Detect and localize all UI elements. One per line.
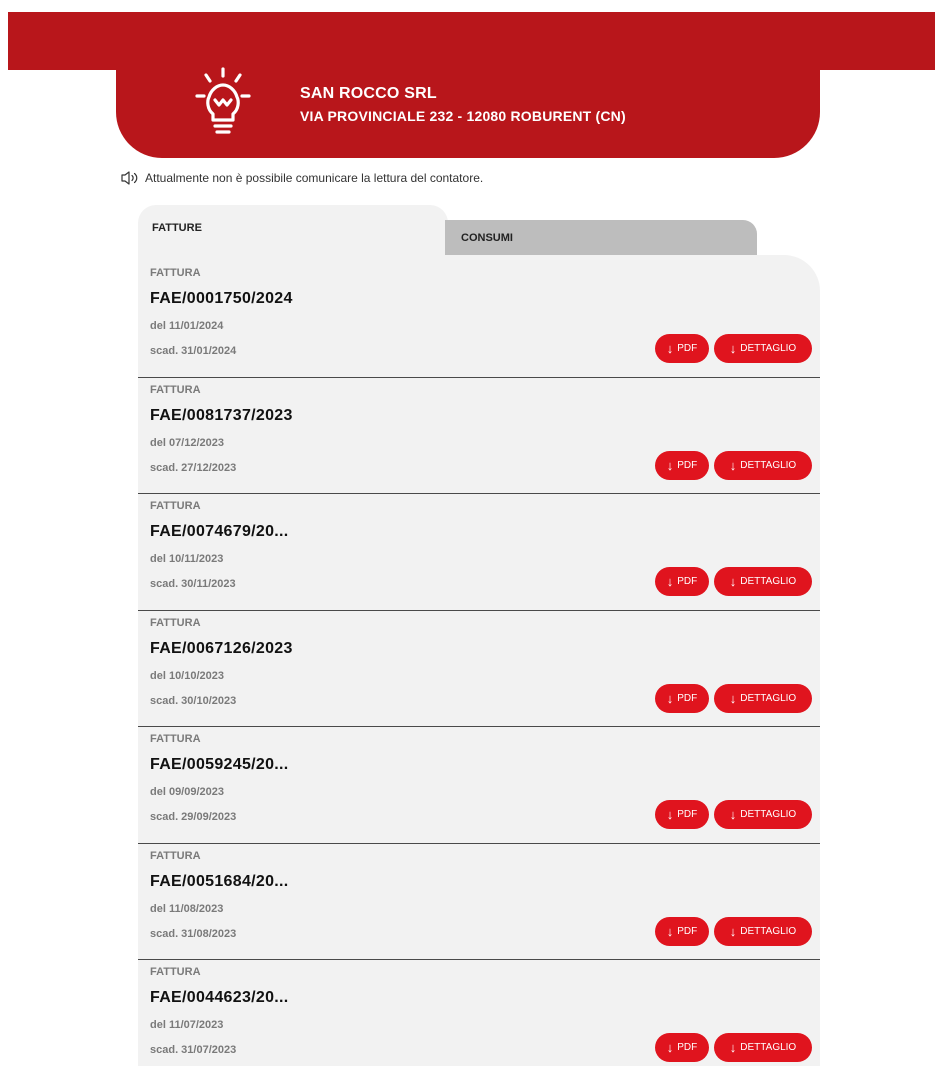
invoice-number: FAE/0074679/20... [150,523,289,540]
invoice-number: FAE/0051684/20... [150,872,289,890]
download-detail-button[interactable]: ↓ DETTAGLIO [714,800,812,829]
company-name: SAN ROCCO SRL [300,85,437,102]
download-pdf-button[interactable]: ↓ PDF [655,916,709,946]
supply-info: SAN ROCCO SRL VIA PROVINCIALE 232 - 1208… [300,85,626,124]
invoice-date: del 11/01/2024 [150,320,224,332]
invoice-type: FATTURA [150,383,201,396]
invoice-number: FAE/0001750/2024 [150,290,293,307]
invoice-item: FATTURA FAE/0074679/20... del 10/11/2023… [138,494,820,611]
download-pdf-button[interactable]: ↓ PDF [655,334,709,363]
notice-text: Attualmente non è possibile comunicare l… [145,171,484,185]
detail-label: DETTAGLIO [740,576,797,587]
download-arrow-icon: ↓ [729,1040,737,1055]
invoice-list: FATTURA FAE/0001750/2024 del 11/01/2024 … [138,261,820,1066]
download-arrow-icon: ↓ [666,574,674,589]
supply-header: SAN ROCCO SRL VIA PROVINCIALE 232 - 1208… [116,60,820,158]
download-detail-button[interactable]: ↓ DETTAGLIO [714,1033,812,1062]
download-arrow-icon: ↓ [729,807,737,822]
supply-address: VIA PROVINCIALE 232 - 12080 ROBURENT (CN… [300,108,626,124]
invoice-date: del 10/11/2023 [150,553,224,565]
invoice-due-date: scad. 30/11/2023 [150,578,236,590]
tab-consumi-label: CONSUMI [461,232,513,244]
invoice-item: FATTURA FAE/0059245/20... del 09/09/2023… [138,727,820,844]
invoice-item: FATTURA FAE/0044623/20... del 11/07/2023… [138,960,820,1066]
invoice-date: del 11/08/2023 [150,902,224,915]
invoice-number: FAE/0081737/2023 [150,406,293,424]
download-detail-button[interactable]: ↓ DETTAGLIO [714,450,812,480]
invoice-actions: ↓ PDF ↓ DETTAGLIO [655,334,812,363]
download-pdf-button[interactable]: ↓ PDF [655,683,709,713]
meter-reading-notice: Attualmente non è possibile comunicare l… [120,170,483,186]
invoice-date: del 10/10/2023 [150,669,225,682]
invoice-number: FAE/0059245/20... [150,756,289,773]
speaker-icon [121,171,138,185]
download-pdf-button[interactable]: ↓ PDF [655,567,709,596]
invoice-number: FAE/0067126/2023 [150,639,293,657]
invoice-actions: ↓ PDF ↓ DETTAGLIO [655,450,812,480]
detail-label: DETTAGLIO [740,459,797,471]
invoice-type: FATTURA [150,966,201,978]
invoice-number: FAE/0044623/20... [150,989,289,1006]
download-arrow-icon: ↓ [666,341,674,356]
download-arrow-icon: ↓ [666,690,674,706]
pdf-label: PDF [677,459,698,471]
pdf-label: PDF [677,1042,698,1053]
invoice-date: del 09/09/2023 [150,786,225,798]
download-detail-button[interactable]: ↓ DETTAGLIO [714,916,812,946]
detail-label: DETTAGLIO [740,692,797,704]
download-arrow-icon: ↓ [729,341,737,356]
detail-label: DETTAGLIO [740,925,797,937]
download-pdf-button[interactable]: ↓ PDF [655,1033,709,1062]
detail-label: DETTAGLIO [740,1042,797,1053]
pdf-label: PDF [677,343,698,354]
invoice-type: FATTURA [150,616,201,629]
invoice-actions: ↓ PDF ↓ DETTAGLIO [655,800,812,829]
invoice-type: FATTURA [150,733,201,745]
download-arrow-icon: ↓ [729,923,737,939]
invoice-due-date: scad. 31/01/2024 [150,345,237,357]
download-detail-button[interactable]: ↓ DETTAGLIO [714,567,812,596]
invoice-item: FATTURA FAE/0001750/2024 del 11/01/2024 … [138,261,820,378]
invoice-actions: ↓ PDF ↓ DETTAGLIO [655,567,812,596]
download-arrow-icon: ↓ [729,690,737,706]
pdf-label: PDF [677,925,698,937]
lightbulb-icon [195,67,251,134]
invoice-item: FATTURA FAE/0051684/20... del 11/08/2023… [138,844,820,960]
detail-label: DETTAGLIO [740,809,797,820]
download-arrow-icon: ↓ [729,574,737,589]
invoice-due-date: scad. 27/12/2023 [150,461,237,474]
pdf-label: PDF [677,692,698,704]
invoice-due-date: scad. 29/09/2023 [150,811,237,823]
invoice-date: del 07/12/2023 [150,436,225,449]
invoice-type: FATTURA [150,849,201,862]
invoice-date: del 11/07/2023 [150,1019,224,1031]
download-pdf-button[interactable]: ↓ PDF [655,450,709,480]
download-arrow-icon: ↓ [666,923,674,939]
download-detail-button[interactable]: ↓ DETTAGLIO [714,683,812,713]
invoice-due-date: scad. 31/08/2023 [150,927,237,940]
download-pdf-button[interactable]: ↓ PDF [655,800,709,829]
invoice-actions: ↓ PDF ↓ DETTAGLIO [655,916,812,946]
invoice-actions: ↓ PDF ↓ DETTAGLIO [655,683,812,713]
invoice-type: FATTURA [150,500,201,512]
invoice-due-date: scad. 30/10/2023 [150,694,237,707]
download-arrow-icon: ↓ [666,1040,674,1055]
pdf-label: PDF [677,576,698,587]
download-arrow-icon: ↓ [729,457,737,473]
pdf-label: PDF [677,809,698,820]
invoice-panel: FATTURA FAE/0001750/2024 del 11/01/2024 … [138,255,820,1066]
invoice-item: FATTURA FAE/0081737/2023 del 07/12/2023 … [138,378,820,494]
tab-consumi[interactable]: CONSUMI [445,220,757,256]
invoice-type: FATTURA [150,267,201,279]
invoice-actions: ↓ PDF ↓ DETTAGLIO [655,1033,812,1062]
tab-fatture-label: FATTURE [152,222,202,234]
download-arrow-icon: ↓ [666,807,674,822]
invoice-due-date: scad. 31/07/2023 [150,1044,237,1056]
download-detail-button[interactable]: ↓ DETTAGLIO [714,334,812,363]
download-arrow-icon: ↓ [666,457,674,473]
invoice-item: FATTURA FAE/0067126/2023 del 10/10/2023 … [138,611,820,727]
detail-label: DETTAGLIO [740,343,797,354]
